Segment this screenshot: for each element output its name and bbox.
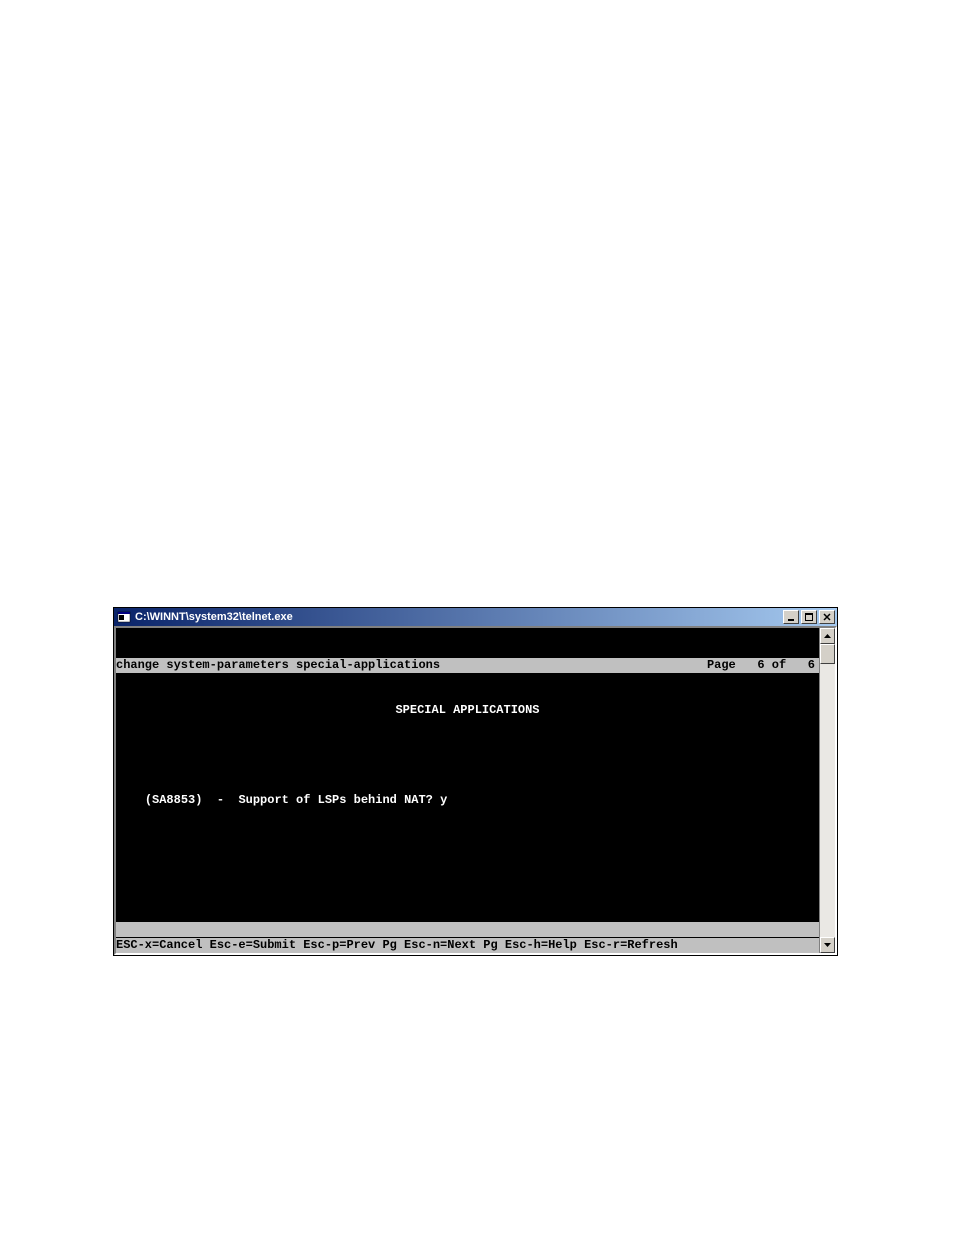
help-line: ESC-x=Cancel Esc-e=Submit Esc-p=Prev Pg … bbox=[116, 938, 819, 953]
vertical-scrollbar[interactable] bbox=[819, 628, 835, 953]
field-separator: - bbox=[217, 793, 224, 807]
app-icon bbox=[116, 609, 132, 625]
minimize-button[interactable] bbox=[783, 610, 799, 624]
scroll-track[interactable] bbox=[820, 644, 835, 937]
command-text: change system-parameters special-applica… bbox=[116, 658, 440, 672]
page-current: 6 bbox=[757, 658, 764, 672]
status-row bbox=[116, 922, 819, 937]
scroll-thumb[interactable] bbox=[820, 644, 835, 664]
titlebar[interactable]: C:\WINNT\system32\telnet.exe bbox=[114, 608, 837, 626]
maximize-button[interactable] bbox=[801, 610, 817, 624]
terminal-window: C:\WINNT\system32\telnet.exe change syst… bbox=[113, 607, 838, 956]
blank-line bbox=[116, 748, 819, 763]
page-label: Page bbox=[707, 658, 736, 672]
window-title: C:\WINNT\system32\telnet.exe bbox=[135, 611, 783, 623]
field-line: (SA8853) - Support of LSPs behind NAT? y bbox=[116, 793, 819, 808]
field-label: Support of LSPs behind NAT? bbox=[238, 793, 432, 807]
scroll-down-button[interactable] bbox=[820, 937, 835, 953]
screen-title: SPECIAL APPLICATIONS bbox=[395, 703, 539, 717]
command-header: change system-parameters special-applica… bbox=[116, 658, 819, 673]
screen-title-line: SPECIAL APPLICATIONS bbox=[116, 703, 819, 718]
window-controls bbox=[783, 610, 835, 624]
close-button[interactable] bbox=[819, 610, 835, 624]
help-text: ESC-x=Cancel Esc-e=Submit Esc-p=Prev Pg … bbox=[116, 938, 678, 952]
scroll-up-button[interactable] bbox=[820, 628, 835, 644]
terminal-output[interactable]: change system-parameters special-applica… bbox=[116, 628, 819, 953]
field-code: (SA8853) bbox=[145, 793, 203, 807]
field-value[interactable]: y bbox=[440, 793, 447, 807]
page-total: 6 bbox=[808, 658, 815, 672]
page-of: of bbox=[772, 658, 786, 672]
client-area: change system-parameters special-applica… bbox=[114, 626, 837, 955]
